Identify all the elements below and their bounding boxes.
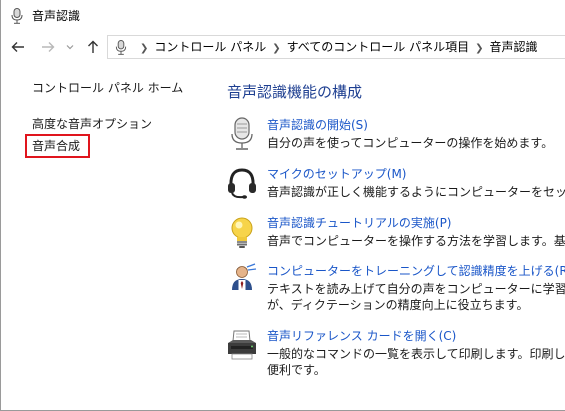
breadcrumb-item-speech-recognition[interactable]: 音声認識 xyxy=(490,40,538,54)
arrow-right-icon xyxy=(42,42,55,52)
control-panel-home-link[interactable]: コントロール パネル ホーム xyxy=(32,80,183,96)
description-line: テキストを読み上げて自分の声をコンピューターに学習させ、認識率 xyxy=(267,282,565,296)
title-bar: 音声認識 xyxy=(1,0,565,32)
microphone-setup-link[interactable]: マイクのセットアップ(M) xyxy=(267,166,406,182)
printer-icon xyxy=(228,330,256,360)
microphone-icon xyxy=(231,117,253,150)
headset-icon xyxy=(228,168,256,199)
arrow-left-icon xyxy=(11,42,24,52)
advanced-speech-options-link[interactable]: 高度な音声オプション xyxy=(32,116,152,132)
forward-button[interactable] xyxy=(39,38,57,56)
chevron-right-icon[interactable]: ❯ xyxy=(272,43,280,54)
task-description: 音声でコンピューターを操作する方法を学習します。基本的なコマ xyxy=(267,233,565,249)
up-button[interactable] xyxy=(84,38,102,56)
microphone-icon xyxy=(115,40,127,55)
description-line: 便利です。 xyxy=(267,363,326,377)
breadcrumb-item-control-panel[interactable]: コントロール パネル xyxy=(154,40,266,54)
task-description: 一般的なコマンドの一覧を表示して印刷します。印刷した一覧を手 便利です。 xyxy=(267,346,565,378)
task-description: 自分の声を使ってコンピューターの操作を始めます。 xyxy=(267,135,565,151)
address-bar[interactable]: ❯ コントロール パネル ❯ すべてのコントロール パネル項目 ❯ 音声認識 xyxy=(107,35,565,59)
left-pane: コントロール パネル ホーム 高度な音声オプション 音声合成 xyxy=(1,60,211,400)
train-recognition-link[interactable]: コンピューターをトレーニングして認識精度を上げる(R) xyxy=(267,263,565,279)
task-description: テキストを読み上げて自分の声をコンピューターに学習させ、認識率 が、ディクテーシ… xyxy=(267,281,565,313)
chevron-down-icon xyxy=(66,45,74,50)
chevron-right-icon[interactable]: ❯ xyxy=(140,43,148,54)
breadcrumb: ❯ コントロール パネル ❯ すべてのコントロール パネル項目 ❯ 音声認識 xyxy=(134,40,538,56)
task-description: 音声認識が正しく機能するようにコンピューターをセットアップします xyxy=(267,184,565,200)
description-line: 音声でコンピューターを操作する方法を学習します。基本的なコマ xyxy=(267,234,565,248)
reference-card-link[interactable]: 音声リファレンス カードを開く(C) xyxy=(267,328,456,344)
control-panel-window: 音声認識 ❯ コントロール パネル ❯ すべてのコントロール パネル項目 ❯ 音… xyxy=(0,0,565,411)
user-training-icon xyxy=(232,263,257,290)
microphone-icon xyxy=(11,8,23,24)
description-line: 一般的なコマンドの一覧を表示して印刷します。印刷した一覧を手 xyxy=(267,347,565,361)
description-line: が、ディクテーションの精度向上に役立ちます。 xyxy=(267,298,529,312)
highlight-box xyxy=(25,134,90,158)
start-speech-recognition-link[interactable]: 音声認識の開始(S) xyxy=(267,117,368,133)
page-title: 音声認識機能の構成 xyxy=(227,83,363,101)
breadcrumb-item-all-items[interactable]: すべてのコントロール パネル項目 xyxy=(287,40,470,54)
lightbulb-icon xyxy=(231,217,253,248)
main-pane: 音声認識機能の構成 音声認識の開始(S) 自分の声を使ってコンピューターの操作を… xyxy=(211,60,565,400)
chevron-right-icon[interactable]: ❯ xyxy=(475,43,483,54)
back-button[interactable] xyxy=(9,38,27,56)
recent-locations-button[interactable] xyxy=(64,38,76,56)
arrow-up-icon xyxy=(88,40,98,53)
description-line: 音声認識が正しく機能するようにコンピューターをセットアップします xyxy=(267,185,565,199)
navigation-bar: ❯ コントロール パネル ❯ すべてのコントロール パネル項目 ❯ 音声認識 xyxy=(1,34,565,60)
speech-tutorial-link[interactable]: 音声認識チュートリアルの実施(P) xyxy=(267,215,451,231)
window-title: 音声認識 xyxy=(32,9,81,23)
description-line: 自分の声を使ってコンピューターの操作を始めます。 xyxy=(267,136,554,150)
